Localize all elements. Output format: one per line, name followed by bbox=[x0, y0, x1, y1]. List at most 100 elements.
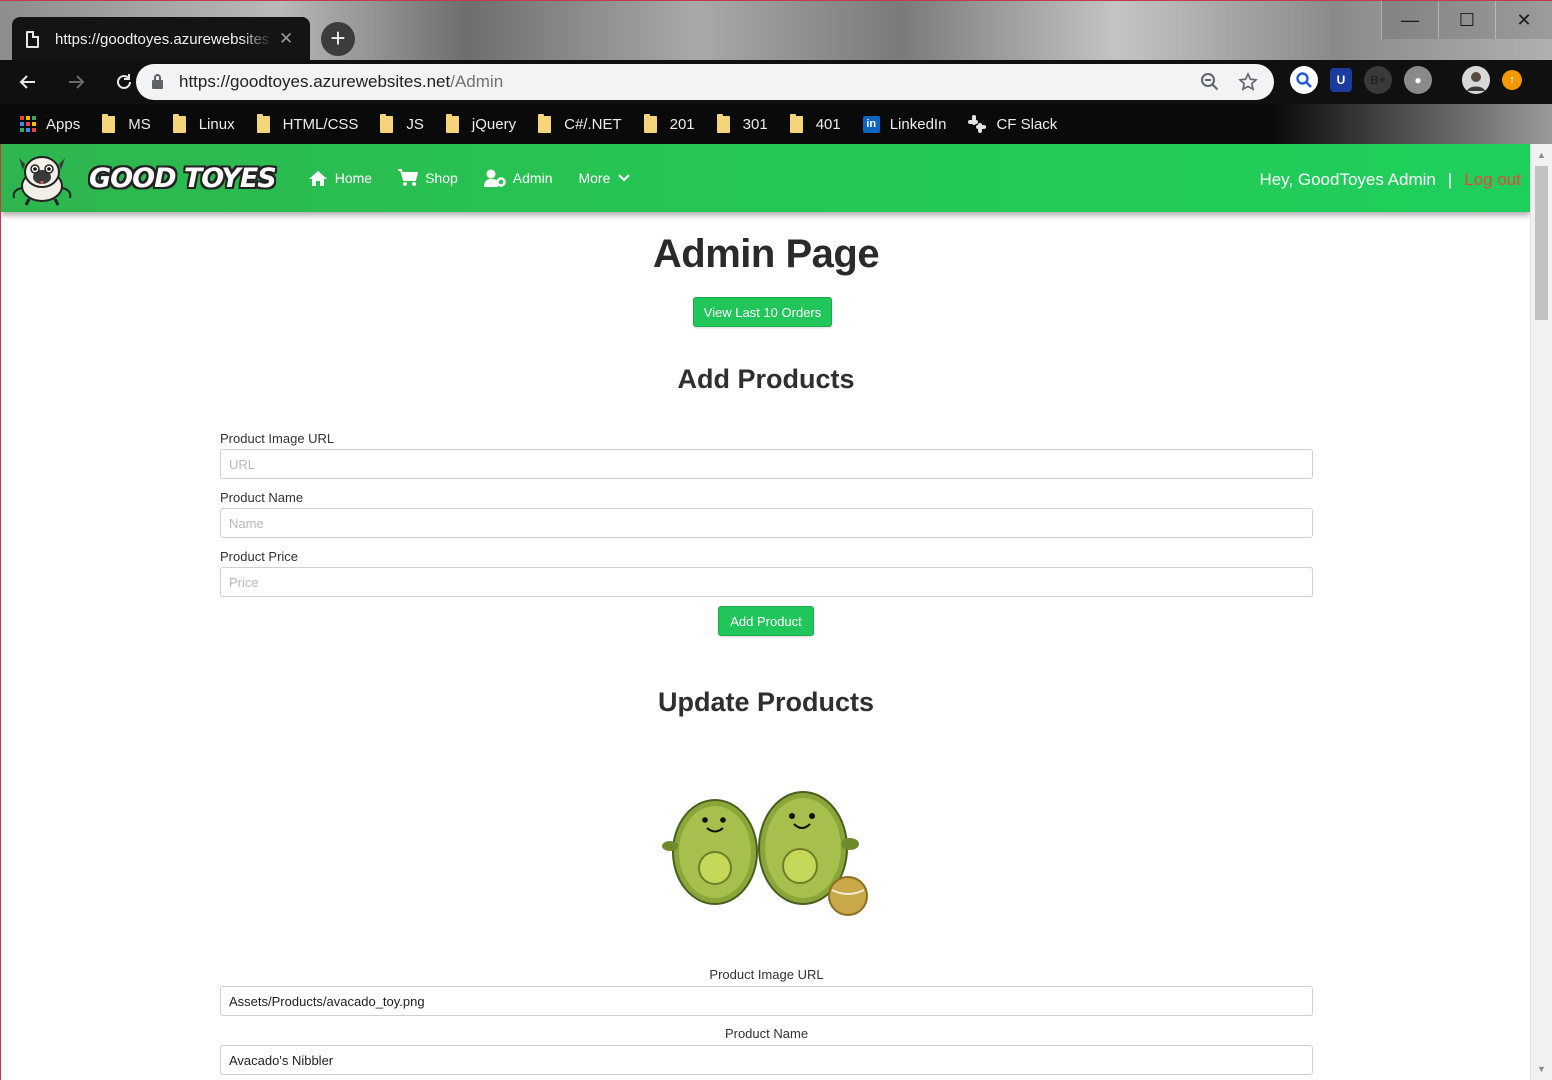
home-icon bbox=[308, 170, 327, 186]
tab-title: https://goodtoyes.azurewebsites.net/Admi… bbox=[55, 30, 273, 48]
scroll-down-arrow-icon[interactable]: ▼ bbox=[1531, 1058, 1552, 1080]
nav-admin[interactable]: Admin bbox=[483, 169, 552, 187]
close-window-button[interactable]: ✕ bbox=[1495, 1, 1552, 39]
add-image-url-label: Product Image URL bbox=[220, 431, 335, 446]
omnibox-actions bbox=[1200, 72, 1258, 92]
bookmark-label: 301 bbox=[742, 115, 768, 133]
pug-logo-icon[interactable] bbox=[7, 150, 77, 206]
user-gear-icon bbox=[483, 169, 506, 187]
update-image-url-label: Product Image URL bbox=[709, 967, 824, 982]
star-icon[interactable] bbox=[1238, 72, 1258, 92]
browser-title-bar: https://goodtoyes.azurewebsites.net/Admi… bbox=[0, 0, 1552, 61]
search-extension-icon[interactable] bbox=[1290, 66, 1318, 94]
add-name-input[interactable] bbox=[220, 508, 1313, 538]
folder-icon bbox=[445, 113, 459, 133]
chevron-down-icon bbox=[618, 174, 631, 182]
url-text: https://goodtoyes.azurewebsites.net/Admi… bbox=[179, 72, 503, 92]
forward-button[interactable] bbox=[56, 62, 96, 102]
browser-tab[interactable]: https://goodtoyes.azurewebsites.net/Admi… bbox=[12, 17, 310, 61]
bookmark-label: HTML/CSS bbox=[282, 115, 359, 133]
nav-more-label: More bbox=[578, 170, 611, 186]
separator: | bbox=[1447, 170, 1453, 189]
back-button[interactable] bbox=[8, 62, 48, 102]
add-products-title: Add Products bbox=[677, 364, 855, 394]
folder-icon bbox=[172, 113, 186, 133]
main-nav: Home Shop Admin More bbox=[308, 169, 631, 187]
update-name-label: Product Name bbox=[724, 1026, 809, 1041]
scroll-up-arrow-icon[interactable]: ▲ bbox=[1531, 144, 1552, 166]
folder-icon bbox=[538, 113, 552, 133]
bookmark-label: jQuery bbox=[471, 115, 517, 133]
bookmark-label: Linux bbox=[198, 115, 235, 133]
address-bar[interactable]: https://goodtoyes.azurewebsites.net/Admi… bbox=[136, 64, 1274, 100]
slack-icon bbox=[968, 115, 987, 133]
folder-icon bbox=[102, 113, 116, 133]
ublock-extension-icon[interactable]: U bbox=[1330, 68, 1352, 92]
nav-home[interactable]: Home bbox=[308, 170, 372, 187]
url-host: https://goodtoyes.azurewebsites.net bbox=[179, 72, 451, 91]
bookmark-label: JS bbox=[406, 115, 424, 133]
update-name-input[interactable] bbox=[220, 1045, 1313, 1075]
bookmark-jquery[interactable]: jQuery bbox=[445, 113, 517, 133]
bookmark-html-css[interactable]: HTML/CSS bbox=[256, 113, 359, 133]
linkedin-icon: in bbox=[862, 115, 880, 133]
view-last-orders-button[interactable]: View Last 10 Orders bbox=[693, 297, 832, 327]
reload-icon bbox=[117, 74, 131, 89]
nav-shop[interactable]: Shop bbox=[398, 169, 458, 187]
nav-more-dropdown[interactable]: More bbox=[578, 170, 631, 186]
arrow-right-icon bbox=[69, 75, 85, 89]
bookmark-linkedin[interactable]: in LinkedIn bbox=[862, 115, 946, 133]
add-product-button[interactable]: Add Product bbox=[718, 606, 814, 636]
page-icon bbox=[26, 30, 39, 48]
update-image-url-input[interactable] bbox=[220, 986, 1313, 1016]
bookmark-js[interactable]: JS bbox=[380, 113, 424, 133]
bplus-extension-icon[interactable]: B+ bbox=[1364, 66, 1392, 94]
bookmark-ms[interactable]: MS bbox=[102, 113, 151, 133]
bookmark-201[interactable]: 201 bbox=[643, 113, 695, 133]
lock-icon[interactable] bbox=[152, 74, 163, 89]
bookmark-301[interactable]: 301 bbox=[716, 113, 768, 133]
bookmark-label: 201 bbox=[669, 115, 695, 133]
bookmark-linux[interactable]: Linux bbox=[172, 113, 235, 133]
close-tab-icon[interactable]: ✕ bbox=[279, 29, 293, 49]
bookmark-label: MS bbox=[128, 115, 151, 133]
profile-avatar[interactable] bbox=[1462, 66, 1490, 94]
folder-icon bbox=[256, 113, 270, 133]
bookmark-apps[interactable]: Apps bbox=[20, 116, 80, 133]
page-title: Admin Page bbox=[652, 232, 880, 276]
apps-grid-icon bbox=[20, 116, 36, 132]
page-scrollbar[interactable]: ▲ ▼ bbox=[1530, 144, 1552, 1080]
page-viewport: GOOD TOYES Home Shop Admin More Hey, Goo… bbox=[0, 144, 1530, 1080]
minimize-button[interactable]: — bbox=[1381, 1, 1438, 39]
maximize-button[interactable]: ☐ bbox=[1438, 1, 1495, 39]
add-image-url-input[interactable] bbox=[220, 449, 1313, 479]
browser-toolbar: https://goodtoyes.azurewebsites.net/Admi… bbox=[0, 60, 1552, 104]
update-products-title: Update Products bbox=[657, 687, 875, 717]
arrow-left-icon bbox=[19, 75, 35, 89]
bookmark-label: CF Slack bbox=[996, 115, 1058, 133]
add-price-input[interactable] bbox=[220, 567, 1313, 597]
nav-home-label: Home bbox=[334, 170, 373, 186]
logout-link[interactable]: Log out bbox=[1464, 170, 1521, 190]
bookmark-label: Apps bbox=[46, 115, 81, 133]
zoom-out-icon[interactable] bbox=[1200, 72, 1220, 92]
url-path: /Admin bbox=[450, 72, 504, 91]
folder-icon bbox=[716, 113, 730, 133]
bookmark-401[interactable]: 401 bbox=[789, 113, 841, 133]
brand-logo-text[interactable]: GOOD TOYES bbox=[89, 163, 277, 194]
new-tab-button[interactable]: + bbox=[321, 22, 355, 56]
update-icon[interactable]: ↑ bbox=[1502, 70, 1522, 90]
scroll-thumb[interactable] bbox=[1535, 166, 1548, 320]
user-greeting: Hey, GoodToyes Admin bbox=[1259, 170, 1436, 189]
nav-shop-label: Shop bbox=[425, 170, 458, 186]
window-controls: — ☐ ✕ bbox=[1381, 1, 1552, 39]
bookmark-csharp-net[interactable]: C#/.NET bbox=[538, 113, 622, 133]
folder-icon bbox=[643, 113, 657, 133]
shopping-cart-icon bbox=[398, 169, 419, 186]
bookmarks-bar: Apps MS Linux HTML/CSS JS jQuery C#/.NET… bbox=[0, 104, 1552, 144]
bookmark-cf-slack[interactable]: CF Slack bbox=[968, 115, 1057, 133]
extensions-area: U B+ ● ↑ bbox=[1290, 66, 1522, 94]
product-image bbox=[662, 791, 868, 916]
user-area: Hey, GoodToyes Admin | Log out bbox=[1259, 170, 1521, 190]
reddit-extension-icon[interactable]: ● bbox=[1404, 66, 1432, 94]
